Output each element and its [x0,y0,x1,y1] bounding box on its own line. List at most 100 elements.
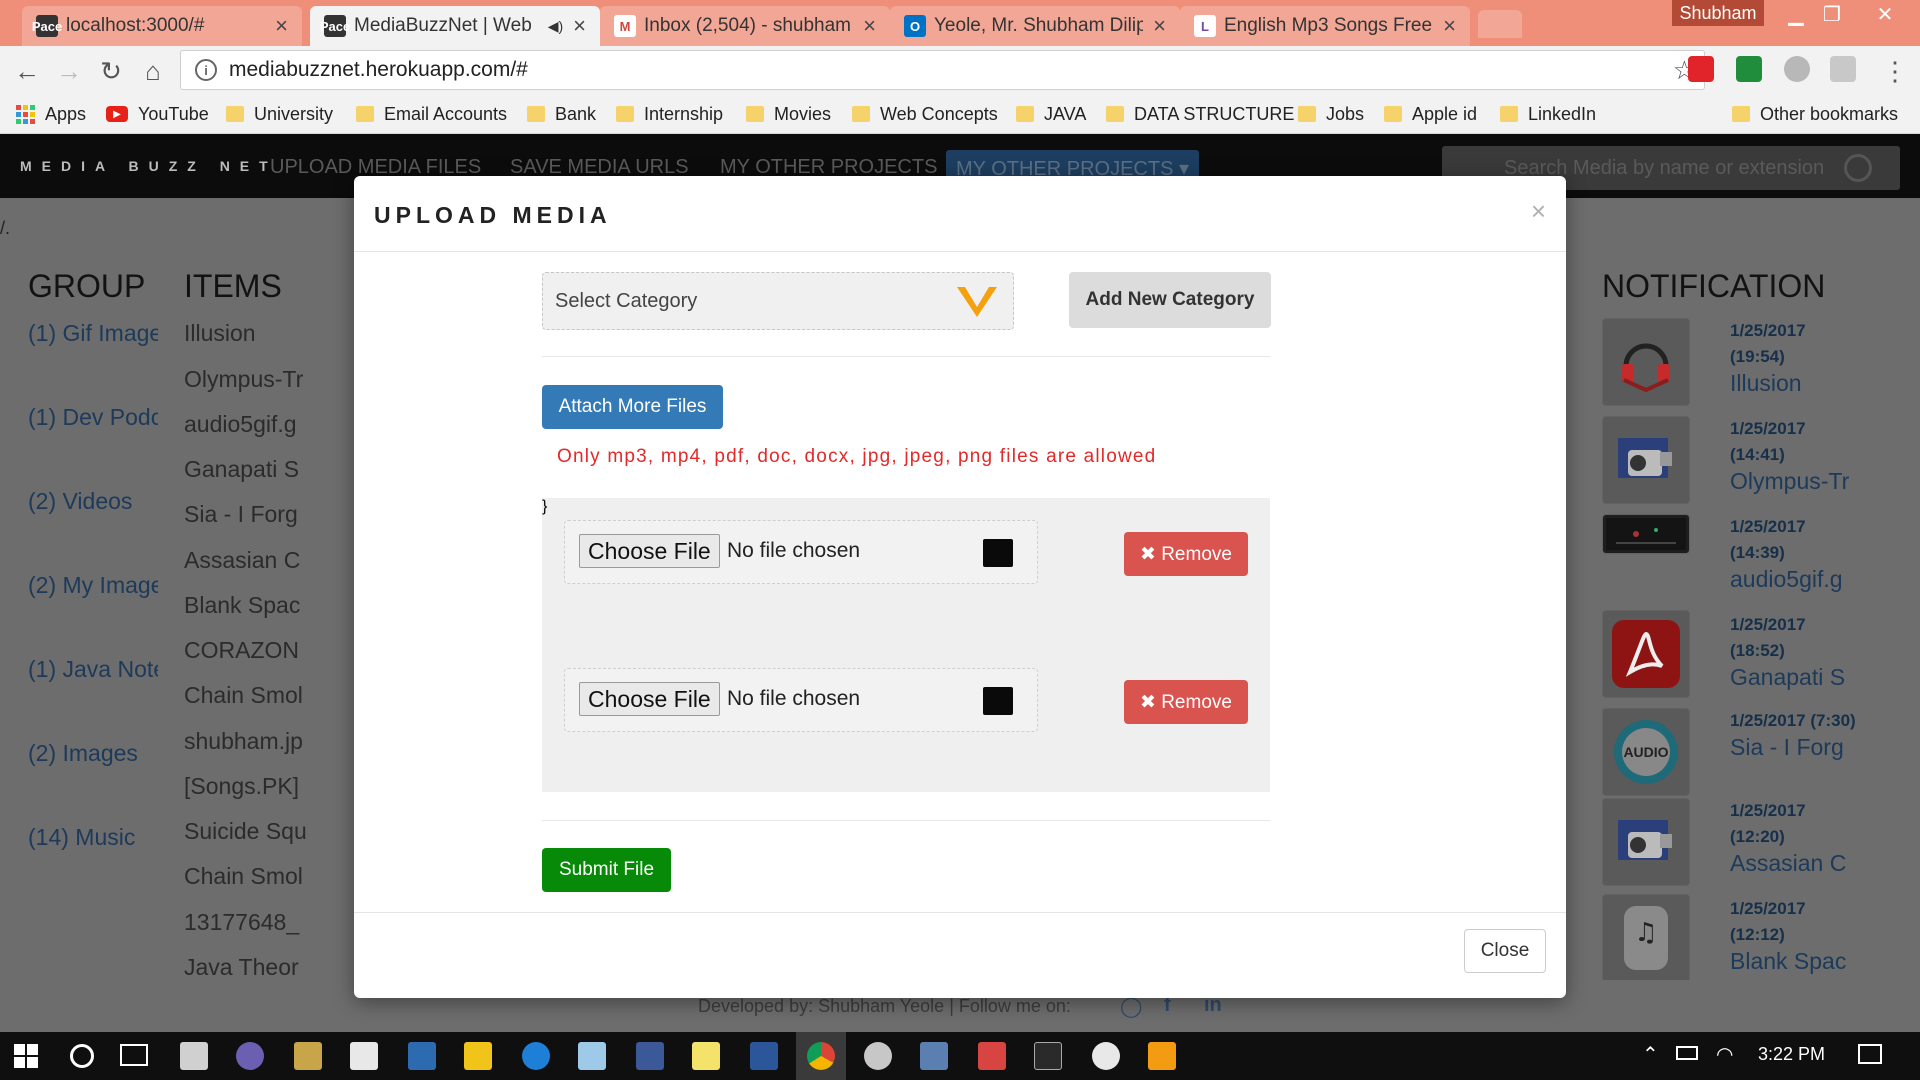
home-icon[interactable]: ⌂ [136,54,170,88]
item-link[interactable]: Assasian C [184,547,314,574]
close-window-icon[interactable]: ✕ [1850,0,1920,28]
browser-tab-outlook[interactable]: O Yeole, Mr. Shubham Dilip × [890,6,1180,46]
item-link[interactable]: CORAZON [184,637,314,664]
minimize-icon[interactable]: ▁ [1778,0,1814,28]
group-link[interactable]: (1) Java Notes [28,656,158,683]
pdf-icon[interactable] [1602,610,1690,698]
notification-name[interactable]: Blank Spac [1730,948,1860,975]
add-category-button[interactable]: Add New Category [1069,272,1271,328]
bookmark-jobs[interactable]: Jobs [1298,100,1364,128]
extension-red-icon[interactable] [1688,56,1714,82]
item-link[interactable]: shubham.jp [184,728,314,755]
profile-button[interactable]: Shubham [1672,0,1764,26]
video-camera-icon[interactable] [1602,798,1690,886]
battery-icon[interactable] [1676,1046,1698,1060]
headphones-icon[interactable] [1602,318,1690,406]
app-icon[interactable] [920,1042,948,1070]
notification-name[interactable]: Ganapati S [1730,664,1860,691]
forward-icon[interactable]: → [52,54,86,88]
app-icon[interactable] [294,1042,322,1070]
word-icon[interactable] [750,1042,778,1070]
app-icon[interactable] [1148,1042,1176,1070]
audio-icon[interactable]: AUDIO [1602,708,1690,796]
bookmark-linkedin[interactable]: LinkedIn [1500,100,1596,128]
video-camera-icon[interactable] [1602,416,1690,504]
browser-tab-mp3[interactable]: L English Mp3 Songs Free × [1180,6,1470,46]
file-explorer-icon[interactable] [464,1042,492,1070]
group-link[interactable]: (14) Music [28,824,158,851]
item-link[interactable]: Suicide Squ [184,818,314,845]
item-link[interactable]: Java Theor [184,954,314,981]
browser-tab-localhost[interactable]: Pace localhost:3000/# × [22,6,302,46]
address-bar[interactable]: i mediabuzznet.herokuapp.com/# ☆ [180,50,1705,90]
choose-file-button[interactable]: Choose File [579,682,720,716]
mail-icon[interactable] [350,1042,378,1070]
todoist-icon[interactable] [978,1042,1006,1070]
remove-file-button[interactable]: ✖ Remove [1124,680,1248,724]
item-link[interactable]: Illusion [184,320,314,347]
item-link[interactable]: Chain Smol [184,682,314,709]
item-link[interactable]: Ganapati S [184,456,314,483]
tab-close-icon[interactable]: × [573,13,586,39]
bookmark-other[interactable]: Other bookmarks [1732,100,1898,128]
search-icon[interactable] [1844,154,1872,182]
item-link[interactable]: [Songs.PK] [184,773,314,800]
group-link[interactable]: (1) Dev Podcasts [28,404,158,431]
item-link[interactable]: Chain Smol [184,863,314,890]
extension-drive-icon[interactable] [1784,56,1810,82]
choose-file-button[interactable]: Choose File [579,534,720,568]
site-info-icon[interactable]: i [195,59,217,81]
back-icon[interactable]: ← [10,54,44,88]
remove-file-button[interactable]: ✖ Remove [1124,532,1248,576]
browser-tab-gmail[interactable]: M Inbox (2,504) - shubham × [600,6,890,46]
item-link[interactable]: Blank Spac [184,592,314,619]
item-link[interactable]: 13177648_ [184,909,314,936]
bookmark-email-accounts[interactable]: Email Accounts [356,100,507,128]
bookmark-bank[interactable]: Bank [527,100,596,128]
extension-green-icon[interactable] [1736,56,1762,82]
app-icon[interactable] [864,1042,892,1070]
menu-kebab-icon[interactable]: ⋮ [1878,54,1912,88]
clock[interactable]: 3:22 PM [1758,1044,1825,1065]
extension-gray-icon[interactable] [1830,56,1856,82]
bookmark-movies[interactable]: Movies [746,100,831,128]
tab-close-icon[interactable]: × [863,13,876,39]
bookmark-youtube[interactable]: ▶ YouTube [106,100,209,128]
gif-thumbnail-icon[interactable] [1602,514,1690,554]
sticky-notes-icon[interactable] [692,1042,720,1070]
bookmark-apps[interactable]: Apps [16,100,86,128]
chevron-up-icon[interactable]: ⌃ [1642,1042,1659,1067]
music-note-icon[interactable]: ♫ [1602,894,1690,982]
bookmark-university[interactable]: University [226,100,333,128]
windows-start-icon[interactable] [14,1044,38,1068]
bookmark-apple-id[interactable]: Apple id [1384,100,1477,128]
bookmark-java[interactable]: JAVA [1016,100,1086,128]
bookmark-data-structure[interactable]: DATA STRUCTURE [1106,100,1294,128]
notification-name[interactable]: Assasian C [1730,850,1860,877]
chrome-active-tile[interactable] [796,1032,846,1080]
bookmark-web-concepts[interactable]: Web Concepts [852,100,998,128]
group-link[interactable]: (1) Gif Images [28,320,158,347]
tab-close-icon[interactable]: × [1153,13,1166,39]
modal-close-icon[interactable]: × [1531,196,1546,227]
item-link[interactable]: Sia - I Forg [184,501,314,528]
tab-close-icon[interactable]: × [1443,13,1456,39]
group-link[interactable]: (2) Images [28,740,158,767]
facebook-app-icon[interactable] [636,1042,664,1070]
new-tab-button[interactable] [1478,10,1522,38]
task-view-icon[interactable] [120,1044,148,1066]
group-link[interactable]: (2) My Images [28,572,158,599]
store-icon[interactable] [180,1042,208,1070]
terminal-icon[interactable] [1034,1042,1062,1070]
attach-files-button[interactable]: Attach More Files [542,385,723,429]
notification-name[interactable]: Illusion [1730,370,1860,397]
item-link[interactable]: Olympus-Tr [184,366,314,393]
category-select[interactable]: Select Category [542,272,1014,330]
app-icon[interactable] [578,1042,606,1070]
group-link[interactable]: (2) Videos [28,488,158,515]
notification-name[interactable]: Olympus-Tr [1730,468,1860,495]
wifi-icon[interactable]: ◠ [1716,1042,1733,1067]
cortana-icon[interactable] [70,1044,94,1068]
restore-icon[interactable]: ❐ [1814,0,1850,28]
app-icon[interactable] [236,1042,264,1070]
